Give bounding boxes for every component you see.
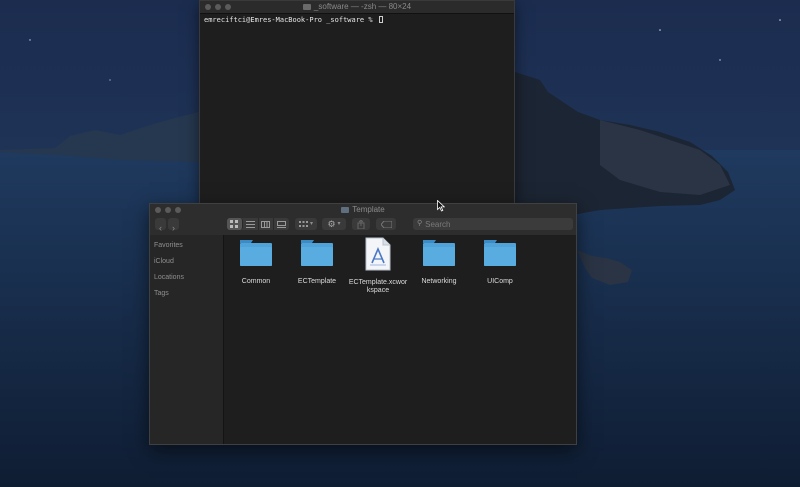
share-icon [357, 219, 365, 229]
chevron-right-icon: › [172, 223, 175, 233]
folder-icon [423, 240, 455, 266]
finder-window[interactable]: Template ‹ › ▾ ⚙ ▾ ⚲ Search Favorites iC… [149, 203, 577, 445]
terminal-content[interactable]: emreciftci@Emres-MacBook-Pro _software % [200, 14, 514, 26]
search-field[interactable]: ⚲ [413, 218, 573, 230]
file-item-uicomp[interactable]: UIComp [470, 239, 530, 286]
zoom-button[interactable] [225, 4, 231, 10]
gallery-icon [277, 220, 287, 228]
file-item-networking[interactable]: Networking [409, 239, 469, 286]
window-controls [205, 4, 231, 10]
file-label: ECTemplate [297, 278, 337, 285]
file-item-common[interactable]: Common [226, 239, 286, 286]
terminal-window[interactable]: _software — -zsh — 80×24 emreciftci@Emre… [199, 0, 515, 206]
file-label: ECTemplate.xcworkspace [348, 279, 408, 294]
gear-icon: ⚙ [327, 219, 336, 229]
action-menu-button[interactable]: ⚙ ▾ [322, 218, 346, 230]
gallery-view-button[interactable] [274, 218, 289, 230]
folder-icon [301, 240, 333, 266]
search-input[interactable] [422, 219, 566, 229]
folder-icon [240, 240, 272, 266]
column-view-button[interactable] [259, 218, 275, 230]
chevron-down-icon: ▾ [337, 221, 341, 227]
terminal-title: _software — -zsh — 80×24 [313, 2, 412, 11]
finder-sidebar: Favorites iCloud Locations Tags [150, 235, 224, 444]
back-button[interactable]: ‹ [155, 218, 166, 233]
finder-toolbar[interactable]: Template ‹ › ▾ ⚙ ▾ ⚲ Search [150, 204, 576, 236]
grid-icon [298, 220, 308, 227]
file-item-ectemplate[interactable]: ECTemplate [287, 239, 347, 286]
minimize-button[interactable] [215, 4, 221, 10]
terminal-prompt: emreciftci@Emres-MacBook-Pro _software % [204, 16, 377, 24]
sidebar-item-icloud[interactable]: iCloud [150, 254, 223, 270]
grid-icon [229, 220, 238, 228]
columns-icon [261, 220, 271, 228]
file-item-workspace[interactable]: ECTemplate.xcworkspace [348, 237, 408, 295]
share-button[interactable] [352, 218, 370, 230]
mouse-pointer-icon [437, 200, 445, 212]
sidebar-item-locations[interactable]: Locations [150, 270, 223, 286]
file-browser-area[interactable]: Common ECTemplate ECTemplate.xcworkspace… [224, 235, 576, 444]
window-title-text: Template [352, 205, 385, 214]
folder-icon [341, 207, 350, 213]
chevron-left-icon: ‹ [159, 223, 162, 233]
window-title: Template [150, 205, 576, 214]
terminal-titlebar[interactable]: _software — -zsh — 80×24 [200, 1, 514, 14]
sidebar-item-tags[interactable]: Tags [150, 286, 223, 302]
sidebar-item-favorites[interactable]: Favorites [150, 238, 223, 254]
view-mode-selector [227, 218, 289, 230]
tag-icon [380, 220, 392, 228]
folder-icon [484, 240, 516, 266]
close-button[interactable] [205, 4, 211, 10]
forward-button[interactable]: › [168, 218, 179, 233]
list-view-button[interactable] [243, 218, 259, 230]
file-label: UIComp [487, 278, 513, 285]
group-by-button[interactable]: ▾ [295, 218, 317, 230]
icon-view-button[interactable] [227, 218, 243, 230]
text-cursor [378, 16, 383, 23]
list-icon [245, 220, 255, 228]
file-label: Networking [421, 278, 457, 285]
xcode-workspace-icon [365, 237, 391, 271]
tag-button[interactable] [376, 218, 396, 230]
folder-icon [302, 4, 311, 10]
file-label: Common [241, 278, 271, 285]
chevron-down-icon: ▾ [309, 221, 313, 227]
